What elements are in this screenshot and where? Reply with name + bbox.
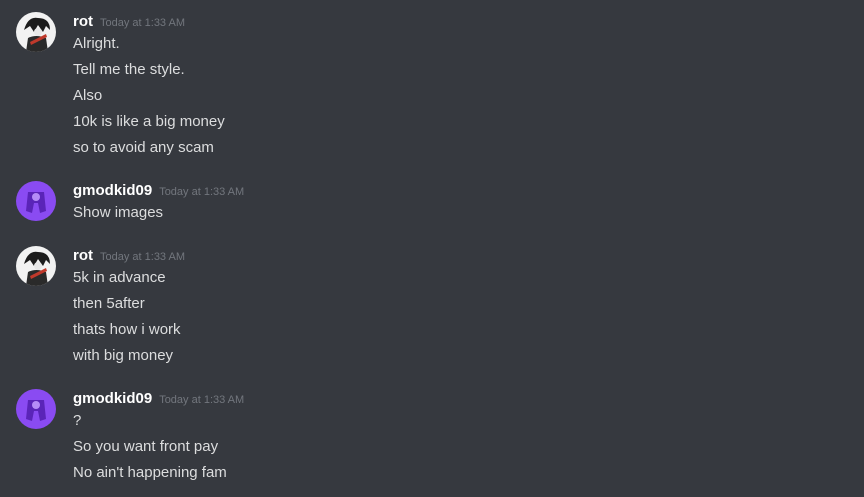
- message-line: Also: [73, 87, 103, 104]
- timestamp[interactable]: Today at 1:33 AM: [159, 394, 244, 406]
- message-line: No ain't happening fam: [73, 464, 227, 481]
- message-group: gmodkid09 Today at 1:33 AM ? So you want …: [0, 389, 864, 487]
- message-group: gmodkid09 Today at 1:33 AM Show images: [0, 181, 864, 225]
- username[interactable]: rot: [73, 247, 93, 264]
- message-group: rot Today at 1:33 AM Alright. Tell me the…: [0, 12, 864, 162]
- message-line: 10k is like a big money: [73, 113, 225, 130]
- purple-avatar-icon[interactable]: [16, 389, 56, 429]
- message-header: rot Today at 1:33 AM: [73, 12, 185, 32]
- anime-character-avatar-icon[interactable]: [16, 246, 56, 286]
- username[interactable]: gmodkid09: [73, 390, 152, 407]
- message-line: then 5after: [73, 295, 145, 312]
- message-line: with big money: [73, 347, 174, 364]
- message-header: gmodkid09 Today at 1:33 AM: [73, 181, 244, 201]
- purple-avatar-icon[interactable]: [16, 181, 56, 221]
- message-line: thats how i work: [73, 321, 181, 338]
- chat-messages: rot Today at 1:33 AM Alright. Tell me the…: [0, 0, 864, 497]
- message-header: rot Today at 1:33 AM: [73, 246, 185, 266]
- message-header: gmodkid09 Today at 1:33 AM: [73, 389, 244, 409]
- timestamp[interactable]: Today at 1:33 AM: [100, 17, 185, 29]
- message-line: Alright.: [73, 35, 120, 52]
- message-line: ?: [73, 412, 82, 429]
- anime-character-avatar-icon[interactable]: [16, 12, 56, 52]
- username[interactable]: gmodkid09: [73, 182, 152, 199]
- message-line: Show images: [73, 204, 164, 221]
- message-line: Tell me the style.: [73, 61, 185, 78]
- message-group: rot Today at 1:33 AM 5k in advance then 5…: [0, 246, 864, 370]
- timestamp[interactable]: Today at 1:33 AM: [159, 186, 244, 198]
- message-line: so to avoid any scam: [73, 139, 214, 156]
- username[interactable]: rot: [73, 13, 93, 30]
- message-line: 5k in advance: [73, 269, 166, 286]
- message-line: So you want front pay: [73, 438, 219, 455]
- timestamp[interactable]: Today at 1:33 AM: [100, 251, 185, 263]
